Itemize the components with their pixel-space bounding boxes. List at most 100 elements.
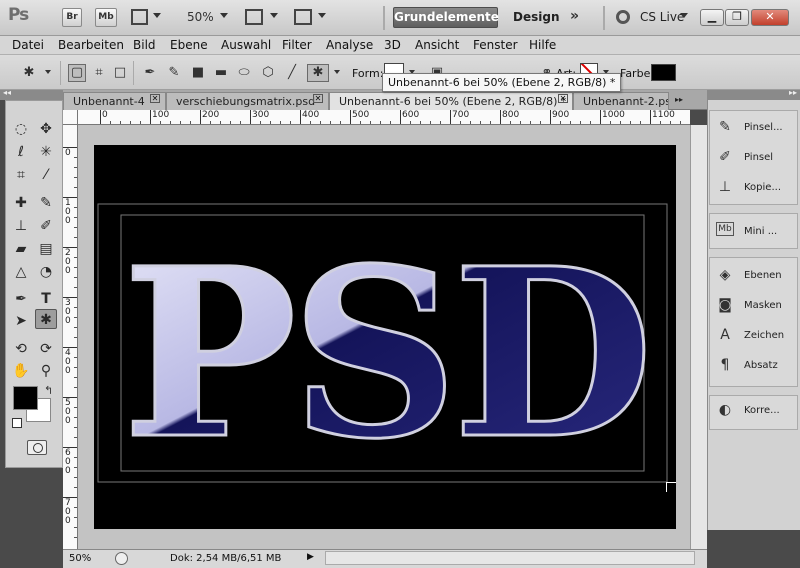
status-menu-arrow-icon[interactable]: ▶ xyxy=(307,552,314,562)
arrange-documents-icon[interactable] xyxy=(245,9,263,25)
panel-mini-bridge[interactable]: Mini ... xyxy=(744,226,777,237)
panel-pinsel[interactable]: Pinsel xyxy=(744,152,773,163)
crop-tool-icon[interactable]: ⌗ xyxy=(10,165,32,185)
3d-rotate-icon[interactable]: ⟲ xyxy=(10,339,32,359)
gradient-tool-icon[interactable]: ▤ xyxy=(35,239,57,259)
default-colors-icon[interactable] xyxy=(12,418,22,428)
cs-live-dropdown-icon[interactable] xyxy=(680,13,688,18)
panel-absatz[interactable]: Absatz xyxy=(744,360,778,371)
freeform-pen-icon[interactable]: ✎ xyxy=(165,64,183,82)
rounded-rectangle-icon[interactable]: ▬ xyxy=(212,64,230,82)
tab-unbenannt-2[interactable]: Unbenannt-2.ps xyxy=(573,92,669,110)
workspace-grundelemente-button[interactable]: Grundelemente xyxy=(393,7,499,28)
tool-preset-icon[interactable]: ✱ xyxy=(20,64,38,82)
clone-stamp-icon[interactable]: ⊥ xyxy=(10,216,32,236)
type-tool-icon[interactable]: T xyxy=(35,289,57,309)
eraser-tool-icon[interactable]: ▰ xyxy=(10,239,32,259)
ellipse-tool-icon[interactable]: ⬭ xyxy=(235,64,253,82)
brush-tool-icon[interactable]: ✎ xyxy=(35,193,57,213)
vertical-ruler[interactable]: 0 1 0 0 2 0 0 3 0 0 4 0 0 5 0 0 6 0 0 7 0 0 xyxy=(63,125,78,549)
marquee-tool-icon[interactable]: ◌ xyxy=(10,119,32,139)
tool-preset-dropdown-icon[interactable] xyxy=(45,70,51,74)
brush-presets-icon[interactable]: ✎ xyxy=(716,118,734,136)
zoom-level[interactable]: 50% xyxy=(187,10,214,24)
eyedropper-icon[interactable]: ⁄ xyxy=(35,165,57,185)
adjustments-icon[interactable]: ◐ xyxy=(716,401,734,419)
shape-layers-icon[interactable]: ▢ xyxy=(68,64,86,82)
panel-zeichen[interactable]: Zeichen xyxy=(744,330,784,341)
tab-unbenannt-6[interactable]: Unbenannt-6 bei 50% (Ebene 2, RGB/8) * xyxy=(329,92,573,110)
arrange-dropdown-icon[interactable] xyxy=(270,13,278,18)
bridge-button[interactable]: Br xyxy=(62,8,82,27)
shape-options-dropdown-icon[interactable] xyxy=(334,70,340,74)
status-zoom[interactable]: 50% xyxy=(69,553,91,564)
panel-ebenen[interactable]: Ebenen xyxy=(744,270,782,281)
rectangle-tool-icon[interactable]: ■ xyxy=(189,64,207,82)
pen-tool-icon[interactable]: ✒ xyxy=(141,64,159,82)
mini-bridge-button[interactable]: Mb xyxy=(95,8,117,27)
custom-shape-icon[interactable]: ✱ xyxy=(307,64,329,82)
panel-korrekturen[interactable]: Korre... xyxy=(744,405,780,416)
menu-auswahl[interactable]: Auswahl xyxy=(221,38,271,52)
mini-bridge-icon[interactable]: Mb xyxy=(716,222,734,236)
move-tool-icon[interactable]: ✥ xyxy=(35,119,57,139)
custom-shape-tool-icon[interactable]: ✱ xyxy=(35,309,57,329)
menu-filter[interactable]: Filter xyxy=(282,38,312,52)
panel-kopie[interactable]: Kopie... xyxy=(744,182,781,193)
more-workspaces-icon[interactable]: » xyxy=(570,8,579,24)
menu-hilfe[interactable]: Hilfe xyxy=(529,38,556,52)
magic-wand-icon[interactable]: ✳ xyxy=(35,142,57,162)
hand-tool-icon[interactable]: ✋ xyxy=(10,361,32,381)
menu-bild[interactable]: Bild xyxy=(133,38,156,52)
toolbox-collapse-strip[interactable]: ◂◂ xyxy=(0,88,63,100)
view-extras-dropdown-icon[interactable] xyxy=(153,13,161,18)
status-icon[interactable] xyxy=(115,552,128,565)
tab-close-icon[interactable]: ✕ xyxy=(558,94,568,103)
cs-live-button[interactable]: CS Live xyxy=(640,10,684,24)
horizontal-ruler[interactable]: 0 100 200 300 400 500 600 700 800 900 1000 1100 xyxy=(78,110,690,125)
close-button[interactable]: ✕ xyxy=(751,9,789,26)
tab-close-icon[interactable]: ✕ xyxy=(313,94,323,103)
screen-mode-dropdown-icon[interactable] xyxy=(318,13,326,18)
panel-pinsel-presets[interactable]: Pinsel... xyxy=(744,122,783,133)
line-tool-icon[interactable]: ╱ xyxy=(283,64,301,82)
workspace-design-button[interactable]: Design xyxy=(513,10,560,24)
paragraph-icon[interactable]: ¶ xyxy=(716,356,734,374)
history-brush-icon[interactable]: ✐ xyxy=(35,216,57,236)
menu-analyse[interactable]: Analyse xyxy=(326,38,373,52)
masks-icon[interactable]: ◙ xyxy=(716,296,734,314)
paths-icon[interactable]: ⌗ xyxy=(90,64,108,82)
menu-datei[interactable]: Datei xyxy=(12,38,44,52)
restore-button[interactable]: ❐ xyxy=(725,9,749,26)
menu-ansicht[interactable]: Ansicht xyxy=(415,38,459,52)
polygon-tool-icon[interactable]: ⬡ xyxy=(259,64,277,82)
ruler-origin[interactable] xyxy=(63,110,78,125)
tab-overflow-icon[interactable]: ▸▸ xyxy=(675,95,683,104)
swap-colors-icon[interactable]: ↰ xyxy=(44,384,53,397)
tab-close-icon[interactable]: ✕ xyxy=(150,94,160,103)
foreground-color-swatch[interactable] xyxy=(13,386,38,410)
lasso-tool-icon[interactable]: ℓ xyxy=(10,142,32,162)
vertical-scrollbar[interactable] xyxy=(690,125,707,549)
quick-mask-button[interactable] xyxy=(27,440,47,455)
clone-source-icon[interactable]: ⊥ xyxy=(716,178,734,196)
menu-ebene[interactable]: Ebene xyxy=(170,38,208,52)
screen-mode-icon[interactable] xyxy=(294,9,312,25)
panel-collapse-strip[interactable]: ▸▸ xyxy=(707,88,800,100)
blur-tool-icon[interactable]: △ xyxy=(10,262,32,282)
expand-icon[interactable]: ▸▸ xyxy=(789,88,797,97)
brush-icon[interactable]: ✐ xyxy=(716,148,734,166)
menu-bearbeiten[interactable]: Bearbeiten xyxy=(58,38,124,52)
zoom-dropdown-icon[interactable] xyxy=(220,13,228,18)
pen-tool-icon[interactable]: ✒ xyxy=(10,289,32,309)
zoom-tool-icon[interactable]: ⚲ xyxy=(35,361,57,381)
view-extras-icon[interactable] xyxy=(131,9,148,25)
panel-masken[interactable]: Masken xyxy=(744,300,782,311)
minimize-button[interactable]: ▁ xyxy=(700,9,724,26)
character-icon[interactable]: A xyxy=(716,326,734,344)
horizontal-scrollbar[interactable] xyxy=(325,551,695,565)
document-canvas[interactable]: PSD xyxy=(94,145,676,529)
collapse-icon[interactable]: ◂◂ xyxy=(3,88,11,97)
layers-icon[interactable]: ◈ xyxy=(716,266,734,284)
psd-text-layer[interactable]: PSD xyxy=(121,216,655,492)
